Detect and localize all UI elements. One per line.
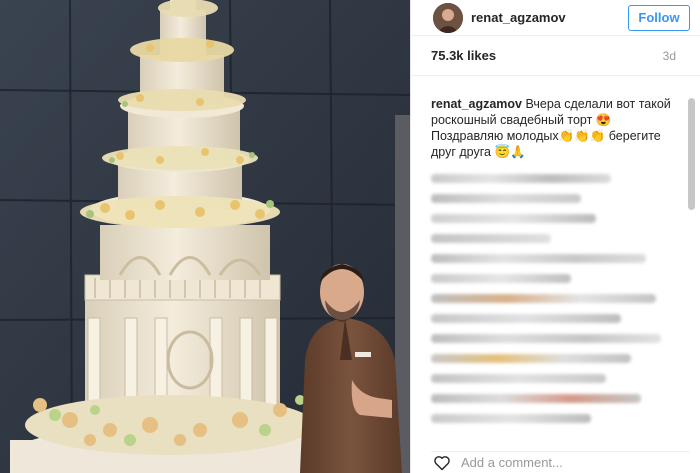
post-side-panel: renat_agzamov Follow 75.3k likes 3d rena… — [410, 0, 700, 473]
likes-row: 75.3k likes 3d — [411, 36, 700, 76]
post-time[interactable]: 3d — [663, 49, 676, 63]
post-caption: renat_agzamov Вчера сделали вот такой ро… — [431, 96, 684, 160]
likes-count[interactable]: 75.3k likes — [431, 48, 496, 63]
cake-photo-image — [0, 0, 410, 473]
post-photo[interactable] — [0, 0, 410, 473]
caption-username[interactable]: renat_agzamov — [431, 97, 522, 111]
redacted-comment — [431, 334, 661, 343]
redacted-comment — [431, 174, 611, 183]
redacted-comment — [431, 254, 646, 263]
heart-icon[interactable] — [433, 455, 451, 471]
redacted-comment — [431, 274, 571, 283]
comments-list: renat_agzamov Вчера сделали вот такой ро… — [431, 96, 684, 423]
redacted-comment — [431, 234, 551, 243]
comments-scrollbar[interactable] — [688, 98, 695, 210]
follow-button[interactable]: Follow — [628, 4, 690, 31]
redacted-comment — [431, 394, 641, 403]
redacted-comment — [431, 294, 656, 303]
post-username[interactable]: renat_agzamov — [471, 10, 628, 25]
avatar[interactable] — [433, 2, 463, 33]
add-comment-input[interactable]: Add a comment... — [461, 455, 563, 470]
add-comment-bar: Add a comment... — [431, 451, 690, 473]
redacted-comment — [431, 374, 606, 383]
redacted-comment — [431, 214, 596, 223]
redacted-comment — [431, 194, 581, 203]
redacted-comment — [431, 414, 591, 423]
post-header: renat_agzamov Follow — [411, 0, 700, 36]
redacted-comment — [431, 354, 631, 363]
redacted-comment — [431, 314, 621, 323]
